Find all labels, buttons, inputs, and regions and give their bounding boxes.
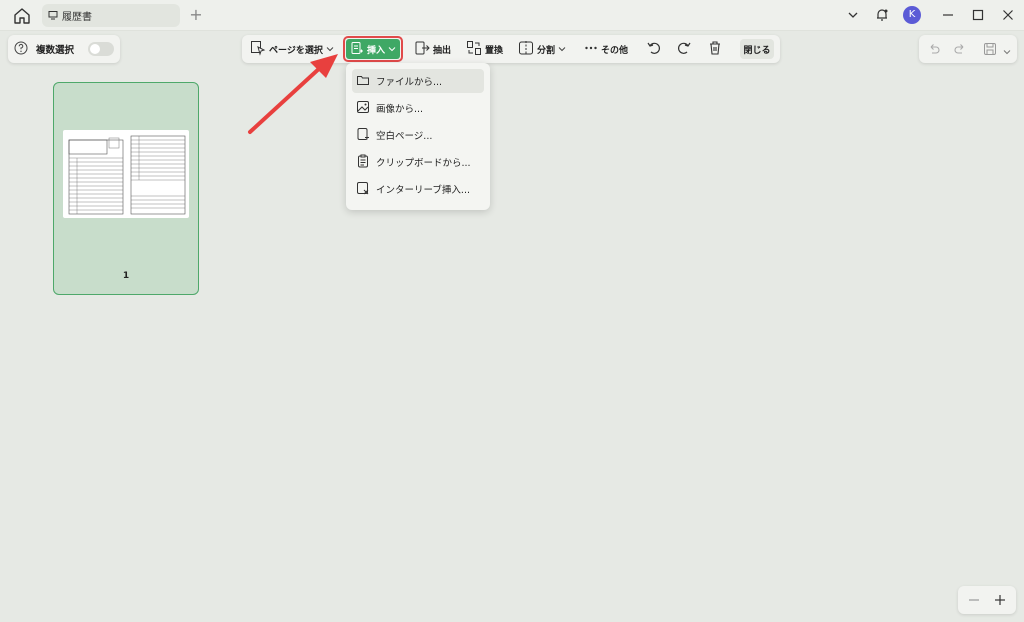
chevron-down-icon[interactable] [1003,45,1011,59]
blank-page-icon [356,127,370,144]
replace-icon [466,40,482,59]
bell-icon[interactable] [872,5,892,25]
image-icon [356,100,370,117]
home-icon[interactable] [12,6,32,26]
zoom-in-icon[interactable] [994,593,1006,610]
undo-icon[interactable] [927,42,941,59]
rotate-left-button[interactable] [646,39,662,59]
menu-item-label: 画像から... [376,104,424,115]
annotation-arrow-icon [248,54,338,134]
document-tab[interactable]: 履歴書 [42,4,180,27]
extract-button[interactable]: 抽出 [414,39,451,59]
minimize-icon[interactable] [938,5,958,25]
page-thumbnail-card[interactable]: 1 [53,82,199,295]
maximize-icon[interactable] [968,5,988,25]
clipboard-icon [356,154,370,171]
split-label: 分割 [537,45,556,56]
replace-button[interactable]: 置換 [466,39,503,59]
multi-select-toggle[interactable] [88,42,115,56]
menu-item-label: クリップボードから... [376,158,471,169]
delete-button[interactable] [708,39,722,59]
split-button[interactable]: 分割 [518,39,566,59]
rotate-left-icon [646,40,662,59]
close-button[interactable]: 閉じる [740,39,774,59]
title-bar: 履歴書 + K [0,0,1024,31]
menu-item-blank-page[interactable]: 空白ページ... [352,123,484,147]
redo-icon[interactable] [953,42,967,59]
chevron-down-icon [388,42,396,56]
more-label: その他 [601,45,629,56]
page-number: 1 [122,271,130,281]
insert-label: 挿入 [366,45,385,56]
menu-item-from-clipboard[interactable]: クリップボードから... [352,150,484,174]
monitor-icon [48,9,58,23]
chevron-down-icon[interactable] [843,5,863,25]
zoom-panel [958,586,1016,614]
menu-item-from-file[interactable]: ファイルから... [352,69,484,93]
avatar[interactable]: K [903,6,921,24]
multi-select-panel: 複数選択 [8,35,120,63]
new-tab-button[interactable]: + [188,6,204,24]
extract-label: 抽出 [433,45,452,56]
folder-icon [356,73,370,90]
rotate-right-button[interactable] [676,39,692,59]
chevron-down-icon [558,42,566,56]
help-icon[interactable] [14,41,28,58]
save-icon[interactable] [983,42,997,59]
more-dots-icon [584,41,598,58]
history-panel [919,35,1017,63]
replace-label: 置換 [485,45,504,56]
insert-menu: ファイルから... 画像から... 空白ページ... クリップボードから... … [346,63,490,210]
zoom-out-icon[interactable] [968,593,980,610]
interleave-icon [356,181,370,198]
extract-icon [414,40,430,59]
menu-item-from-image[interactable]: 画像から... [352,96,484,120]
menu-item-label: ファイルから... [376,77,443,88]
page-thumbnail [63,130,189,218]
menu-item-interleave[interactable]: インターリーブ挿入... [352,177,484,201]
menu-item-label: 空白ページ... [376,131,433,142]
multi-select-label: 複数選択 [36,45,75,56]
split-icon [518,40,534,59]
resume-page-preview [68,135,186,215]
tab-title: 履歴書 [62,12,92,23]
rotate-right-icon [676,40,692,59]
insert-button[interactable]: 挿入 [343,36,403,62]
close-icon[interactable] [998,5,1018,25]
more-button[interactable]: その他 [584,39,628,59]
insert-page-icon [350,41,364,58]
trash-icon [708,40,722,59]
menu-item-label: インターリーブ挿入... [376,185,470,196]
